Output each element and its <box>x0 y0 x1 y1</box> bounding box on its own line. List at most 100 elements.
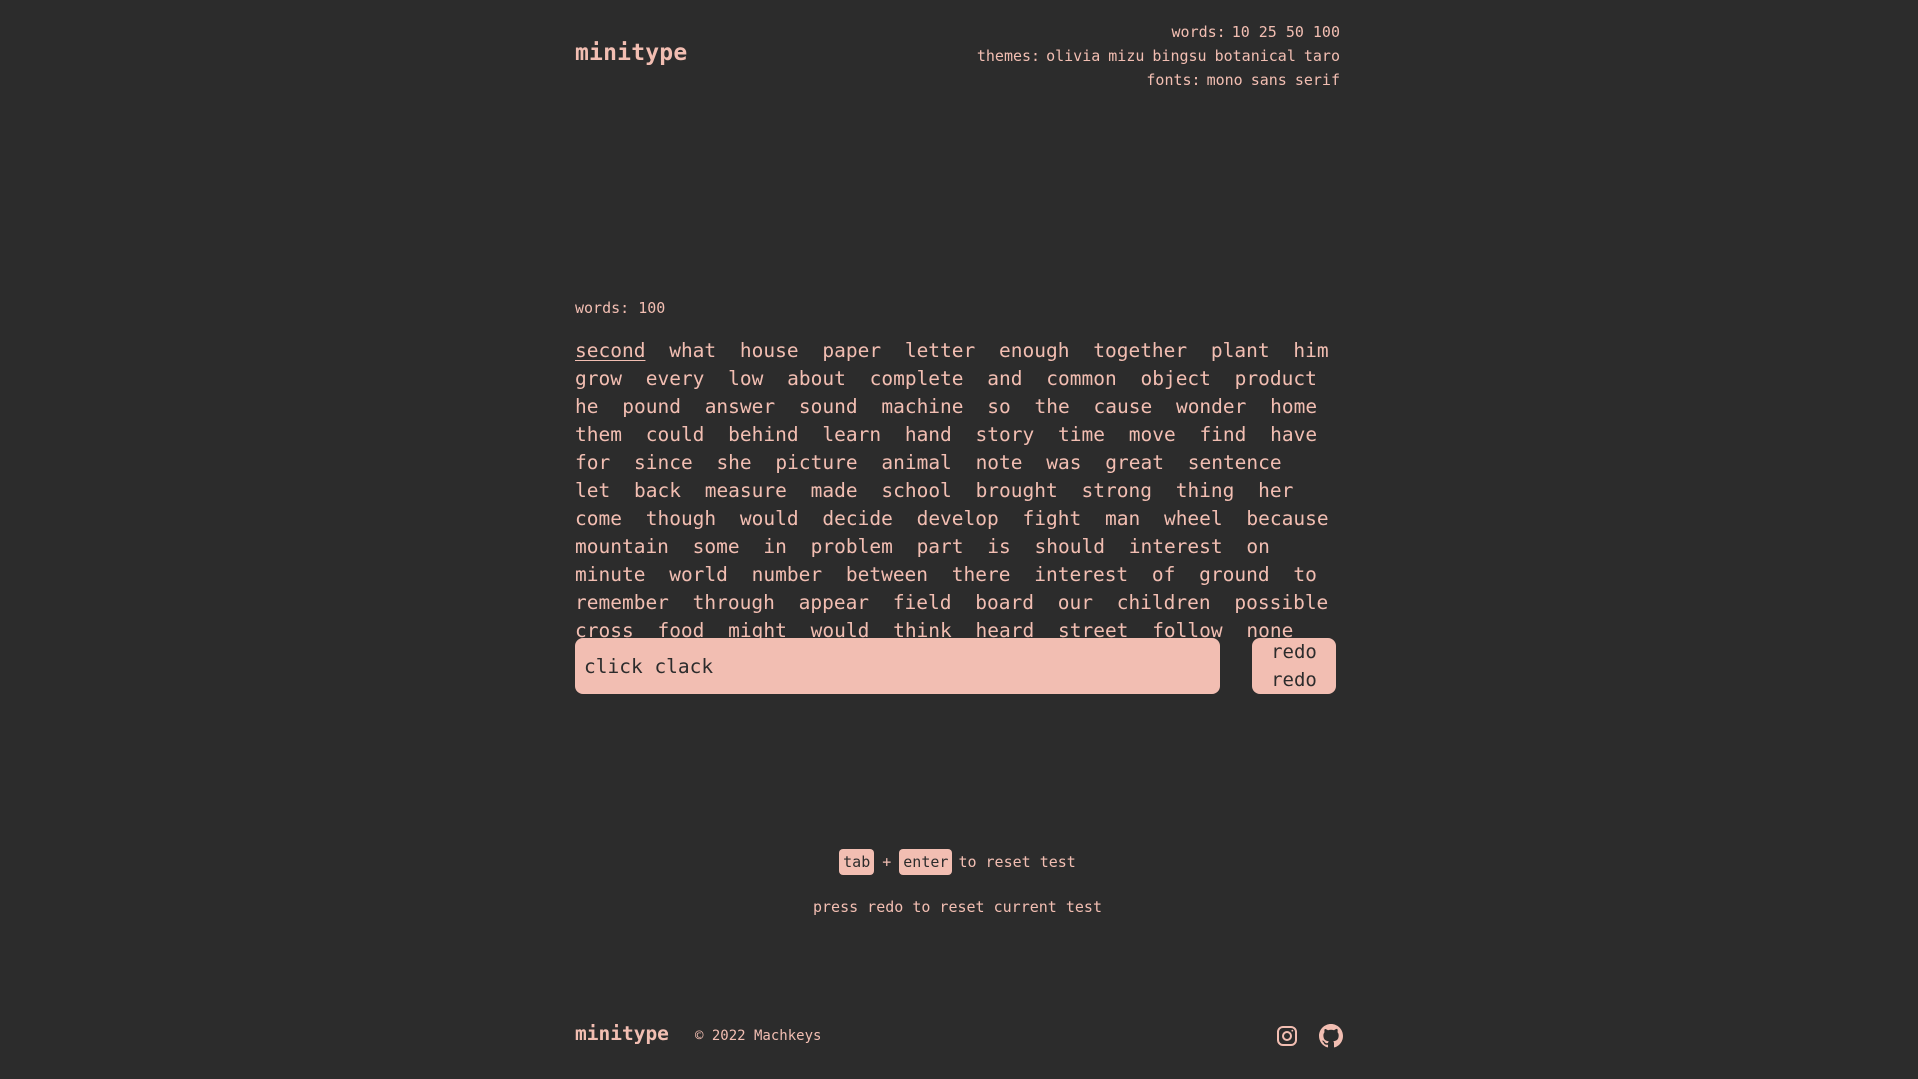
test-word: great <box>1105 451 1164 474</box>
test-word: so <box>987 395 1011 418</box>
test-word: some <box>692 535 740 558</box>
test-word: let <box>575 479 611 502</box>
test-word: measure <box>704 479 787 502</box>
words-option-10[interactable]: 10 <box>1232 23 1250 41</box>
test-word: since <box>633 451 693 474</box>
redo-button[interactable]: redo redo <box>1252 638 1336 694</box>
test-word: grow <box>575 367 622 390</box>
test-word: sound <box>798 395 858 418</box>
test-word: answer <box>704 395 776 418</box>
test-word: sentence <box>1187 451 1282 474</box>
test-word: minute <box>575 563 646 586</box>
current-word: second <box>575 339 646 362</box>
themes-setting-label: themes: <box>976 47 1041 65</box>
test-word: between <box>845 563 929 586</box>
typing-text: second what house paper letter enough to… <box>575 337 1345 645</box>
words-setting-label: words: <box>1171 23 1226 41</box>
test-word: plant <box>1210 339 1270 362</box>
test-word: remember <box>575 591 669 614</box>
word-count-label: words: 100 <box>575 299 666 317</box>
test-word: cause <box>1093 395 1153 418</box>
github-icon[interactable] <box>1319 1024 1343 1048</box>
test-word: made <box>810 479 858 502</box>
test-word: brought <box>975 479 1058 502</box>
words-option-50[interactable]: 50 <box>1286 23 1304 41</box>
test-word: was <box>1046 451 1082 474</box>
test-word: fight <box>1022 507 1082 530</box>
words-option-25[interactable]: 25 <box>1259 23 1277 41</box>
test-word: object <box>1140 367 1211 390</box>
tab-key: tab <box>839 849 875 875</box>
settings-panel: words: 10 25 50 100 themes: olivia mizu bingsu b… <box>977 20 1340 92</box>
test-word: behind <box>728 423 799 446</box>
fonts-setting: fonts: mono sans serif <box>977 68 1340 92</box>
instagram-icon[interactable] <box>1275 1024 1299 1048</box>
theme-option-olivia[interactable]: olivia <box>1046 47 1100 65</box>
test-word: what <box>669 339 717 362</box>
test-word: interest <box>1034 563 1129 586</box>
words-option-100[interactable]: 100 <box>1313 23 1340 41</box>
test-word: have <box>1270 423 1318 446</box>
test-word: part <box>916 535 964 558</box>
test-word: pound <box>622 395 681 418</box>
test-word: ground <box>1199 563 1270 586</box>
test-word: him <box>1293 339 1329 362</box>
theme-option-bingsu[interactable]: bingsu <box>1152 47 1206 65</box>
test-word: back <box>633 479 681 502</box>
theme-option-mizu[interactable]: mizu <box>1108 47 1144 65</box>
test-word: find <box>1199 423 1247 446</box>
test-word: through <box>692 591 775 614</box>
test-word: come <box>575 507 622 530</box>
test-word: on <box>1246 535 1270 558</box>
reset-hint-text: to reset test <box>958 853 1076 871</box>
redo-label: redo <box>1271 641 1317 663</box>
test-word: man <box>1104 507 1141 530</box>
test-word: move <box>1128 423 1176 446</box>
test-word: our <box>1057 591 1093 614</box>
copyright-text: © 2022 Machkeys <box>695 1028 822 1044</box>
test-word: her <box>1258 479 1294 502</box>
test-word: he <box>575 395 599 418</box>
test-word: common <box>1046 367 1117 390</box>
app-logo[interactable]: minitype <box>575 40 687 66</box>
test-word: together <box>1093 339 1188 362</box>
test-word: machine <box>881 395 964 418</box>
test-word: should <box>1034 535 1105 558</box>
test-word: and <box>987 367 1023 390</box>
test-word: hand <box>904 423 952 446</box>
test-word: every <box>645 367 705 390</box>
test-word: them <box>575 423 622 446</box>
test-word: paper <box>822 339 882 362</box>
test-word: story <box>975 423 1035 446</box>
reset-hint: tab + enter to reset test <box>575 849 1340 875</box>
test-word: time <box>1058 423 1105 446</box>
theme-option-taro[interactable]: taro <box>1304 47 1340 65</box>
redo-hint: press redo to reset current test <box>813 898 1102 916</box>
test-word: wheel <box>1163 507 1223 530</box>
test-word: to <box>1293 563 1317 586</box>
footer-logo[interactable]: minitype <box>575 1022 669 1045</box>
redo-label-second: redo <box>1271 669 1317 691</box>
test-word: animal <box>881 451 952 474</box>
typing-input[interactable] <box>575 638 1220 694</box>
test-word: decide <box>822 507 893 530</box>
test-word: product <box>1234 367 1317 390</box>
test-word: about <box>787 367 846 390</box>
fonts-setting-label: fonts: <box>1146 71 1201 89</box>
test-word: children <box>1116 591 1211 614</box>
test-word: learn <box>822 423 882 446</box>
test-word: enough <box>999 339 1070 362</box>
test-word: she <box>716 451 752 474</box>
test-word: house <box>739 339 799 362</box>
test-word: note <box>975 451 1023 474</box>
font-option-serif[interactable]: serif <box>1295 71 1340 89</box>
theme-option-botanical[interactable]: botanical <box>1215 47 1296 65</box>
test-word: low <box>728 367 764 390</box>
test-word: world <box>669 563 728 586</box>
themes-setting: themes: olivia mizu bingsu botanical taro <box>977 44 1340 68</box>
test-word: of <box>1151 563 1176 586</box>
font-option-sans[interactable]: sans <box>1251 71 1287 89</box>
font-option-mono[interactable]: mono <box>1207 71 1243 89</box>
test-word: could <box>645 423 705 446</box>
test-word: field <box>892 591 952 614</box>
